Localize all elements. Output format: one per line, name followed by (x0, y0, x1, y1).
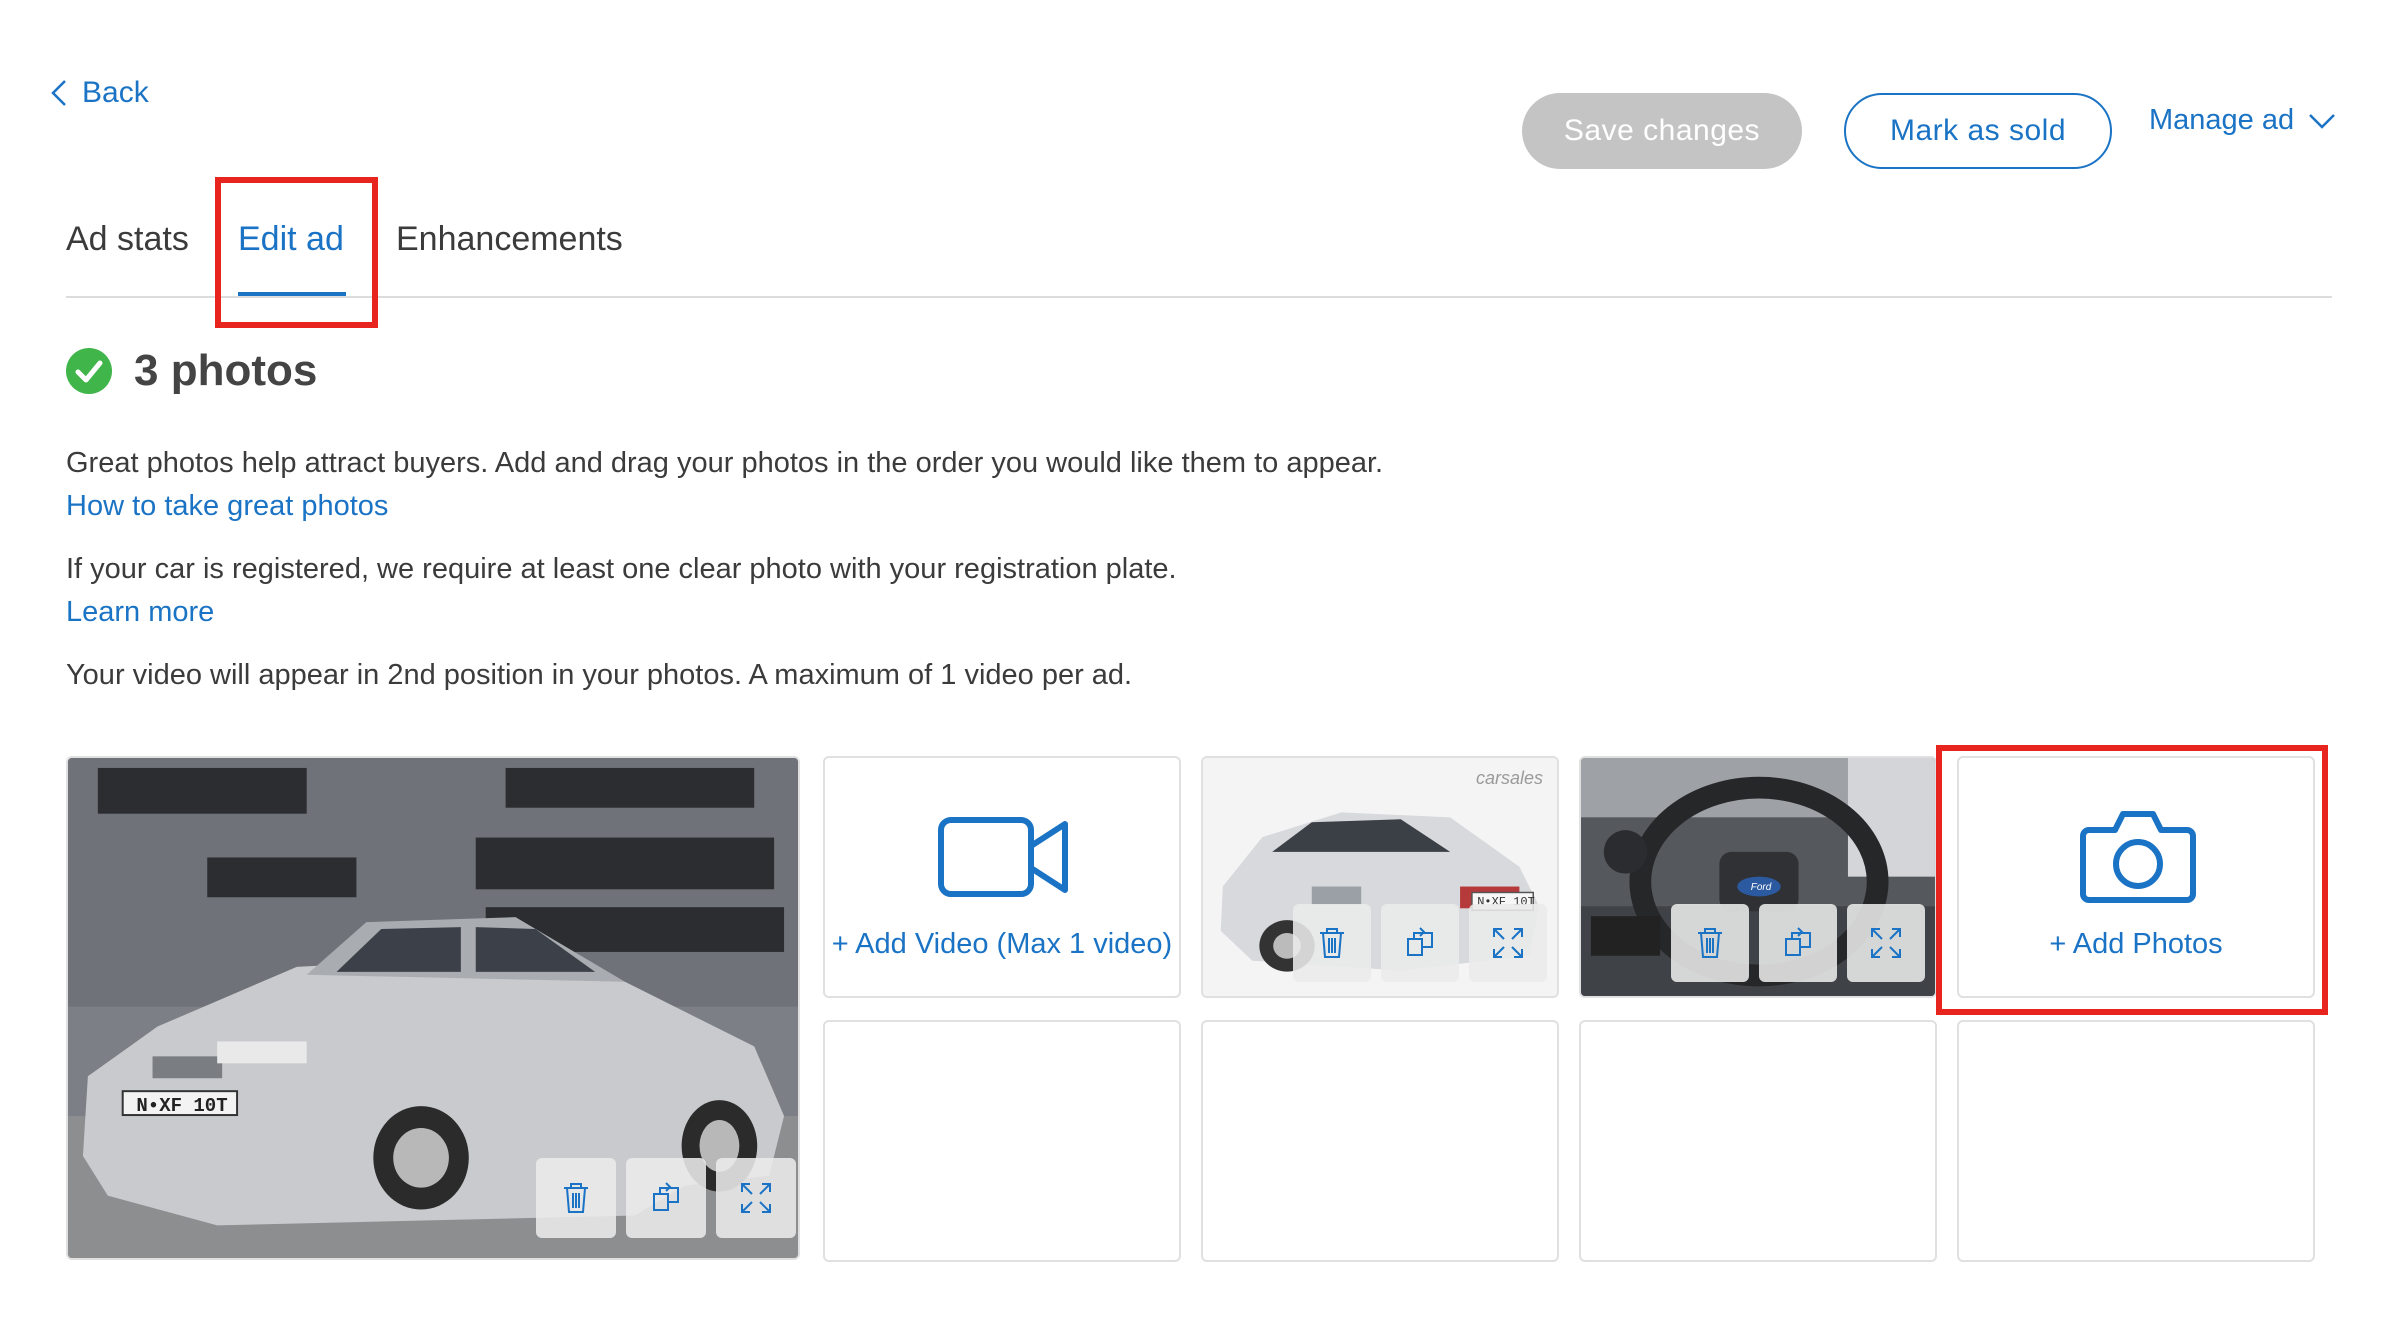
add-photos-highlight-box (1936, 745, 2328, 1015)
photo-3-actions (1671, 904, 1925, 982)
empty-photo-slot (1201, 1020, 1559, 1262)
carsales-watermark: carsales (1475, 768, 1543, 788)
photo-tile-3[interactable]: Ford (1579, 756, 1937, 998)
photos-description: Great photos help attract buyers. Add an… (66, 447, 1384, 479)
learn-more-link[interactable]: Learn more (66, 596, 214, 629)
expand-icon (741, 1183, 771, 1213)
save-changes-button[interactable]: Save changes (1522, 93, 1802, 169)
check-circle-icon (66, 348, 112, 394)
manage-ad-dropdown[interactable]: Manage ad (2149, 104, 2336, 137)
how-to-take-photos-link[interactable]: How to take great photos (66, 490, 388, 523)
registration-note: If your car is registered, we require at… (66, 553, 1177, 585)
expand-icon (1871, 928, 1901, 958)
rotate-photo-button[interactable] (626, 1158, 706, 1238)
mark-as-sold-button[interactable]: Mark as sold (1844, 93, 2112, 169)
delete-photo-button[interactable] (1671, 904, 1749, 982)
delete-photo-button[interactable] (536, 1158, 616, 1238)
manage-ad-label: Manage ad (2149, 104, 2295, 136)
empty-photo-slot (1957, 1020, 2315, 1262)
chevron-down-icon (2309, 113, 2336, 129)
expand-icon (1493, 928, 1523, 958)
edit-ad-highlight-box (215, 177, 378, 328)
photo-tile-2[interactable]: N•XF 10T carsales (1201, 756, 1559, 998)
tab-bar: Ad stats Edit ad Enhancements (66, 180, 2332, 298)
edit-ad-page: Back Save changes Mark as sold Manage ad… (0, 0, 2398, 1318)
expand-photo-button[interactable] (1847, 904, 1925, 982)
trash-icon (1698, 928, 1722, 958)
expand-photo-button[interactable] (716, 1158, 796, 1238)
video-camera-icon (938, 817, 1068, 897)
rotate-photo-button[interactable] (1381, 904, 1459, 982)
add-video-label: + Add Video (Max 1 video) (831, 928, 1173, 960)
tab-enhancements[interactable]: Enhancements (396, 220, 623, 259)
trash-icon (564, 1183, 588, 1213)
tab-ad-stats[interactable]: Ad stats (66, 220, 189, 259)
delete-photo-button[interactable] (1293, 904, 1371, 982)
plate-text-main: N•XF 10T (136, 1095, 228, 1117)
main-photo-actions (536, 1158, 796, 1238)
photo-2-actions (1293, 904, 1547, 982)
add-video-tile[interactable]: + Add Video (Max 1 video) (823, 756, 1181, 998)
trash-icon (1320, 928, 1344, 958)
chevron-left-icon (51, 80, 66, 106)
rotate-icon (653, 1182, 679, 1211)
back-link[interactable]: Back (50, 76, 149, 110)
photo-tile-main[interactable]: N•XF 10T (66, 756, 800, 1260)
back-label: Back (82, 76, 149, 109)
photos-count-title: 3 photos (134, 346, 318, 395)
expand-photo-button[interactable] (1469, 904, 1547, 982)
empty-photo-slot (1579, 1020, 1937, 1262)
photos-heading: 3 photos (66, 346, 317, 396)
rotate-photo-button[interactable] (1759, 904, 1837, 982)
steering-badge-text: Ford (1750, 882, 1772, 893)
video-note: Your video will appear in 2nd position i… (66, 659, 1133, 691)
empty-photo-slot (823, 1020, 1181, 1262)
rotate-icon (1407, 927, 1433, 956)
rotate-icon (1785, 927, 1811, 956)
